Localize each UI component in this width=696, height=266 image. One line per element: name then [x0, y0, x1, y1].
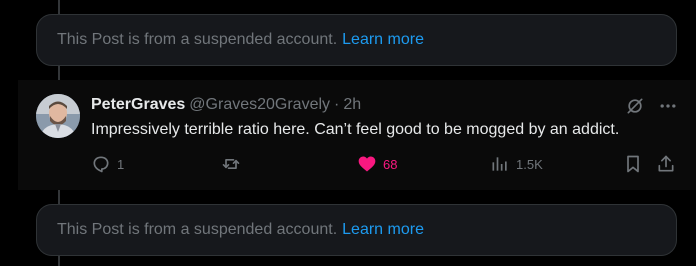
notice-text: This Post is from a suspended account. — [57, 31, 338, 48]
thread-line — [58, 190, 60, 204]
thread-line — [58, 0, 60, 14]
analytics-icon — [492, 157, 507, 171]
learn-more-link[interactable]: Learn more — [342, 221, 424, 239]
share-button[interactable] — [656, 154, 676, 174]
avatar[interactable] — [36, 94, 80, 138]
heart-icon — [358, 156, 376, 172]
post-actions: 1 68 1.5K — [18, 154, 696, 178]
display-name[interactable]: PeterGraves — [91, 96, 185, 114]
notice-text: This Post is from a suspended account. — [57, 221, 338, 238]
bookmark-icon — [627, 155, 639, 173]
more-options-icon[interactable] — [656, 94, 680, 118]
thread-line — [58, 66, 60, 80]
separator: · — [334, 96, 340, 113]
repost-icon — [222, 159, 240, 169]
like-button[interactable]: 68 — [357, 154, 397, 174]
thread-line — [58, 256, 60, 266]
bookmark-button[interactable] — [623, 154, 643, 174]
grok-icon[interactable] — [623, 94, 647, 118]
reply-post[interactable]: PeterGraves @Graves20Gravely · 2h Impres… — [18, 80, 696, 190]
reply-count: 1 — [117, 156, 125, 172]
learn-more-link[interactable]: Learn more — [342, 31, 424, 49]
reply-icon — [93, 156, 109, 173]
post-header: PeterGraves @Graves20Gravely · 2h — [91, 96, 361, 114]
repost-button[interactable] — [221, 154, 241, 174]
views-button[interactable]: 1.5K — [490, 154, 543, 174]
reply-button[interactable]: 1 — [91, 154, 124, 174]
share-icon — [658, 155, 674, 172]
post-text: Impressively terrible ratio here. Can’t … — [91, 121, 620, 138]
timestamp[interactable]: 2h — [343, 96, 361, 114]
like-count: 68 — [383, 156, 398, 172]
view-count: 1.5K — [516, 156, 543, 172]
user-handle[interactable]: @Graves20Gravely — [189, 96, 330, 114]
suspended-post-notice: This Post is from a suspended account. L… — [36, 204, 677, 256]
suspended-post-notice: This Post is from a suspended account. L… — [36, 14, 677, 66]
